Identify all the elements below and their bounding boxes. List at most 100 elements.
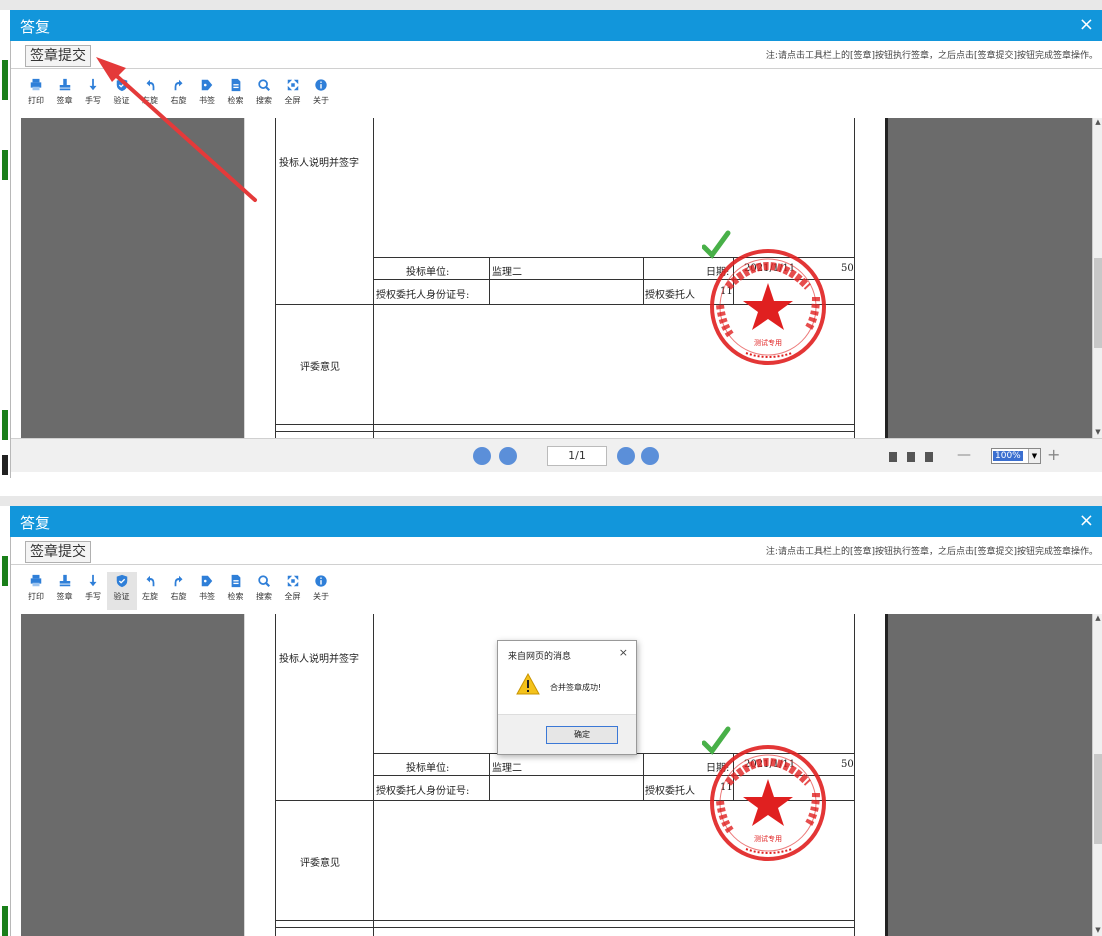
- signature-submit-button[interactable]: 签章提交: [25, 45, 91, 67]
- toolbar-button-verify[interactable]: 验证: [107, 76, 137, 114]
- toolbar-button-stamp[interactable]: 签章: [50, 76, 80, 114]
- search-doc-icon: [231, 78, 240, 92]
- scroll-up-icon[interactable]: ▲: [1093, 118, 1102, 128]
- toolbar-button-handwrite[interactable]: 手写: [78, 76, 108, 114]
- viewer-right-gutter: [888, 118, 1093, 438]
- warning-icon: [516, 673, 540, 695]
- handwrite-icon: [89, 574, 97, 587]
- toolbar-button-rotate-left[interactable]: 左旋: [135, 572, 165, 610]
- vertical-scrollbar[interactable]: ▲ ▼: [1092, 118, 1102, 438]
- close-icon[interactable]: ×: [1079, 14, 1094, 35]
- window-title: 答复: [20, 514, 51, 532]
- toolbar-button-search-doc[interactable]: 检索: [221, 76, 251, 114]
- viewer-right-gutter: [888, 614, 1093, 936]
- pager-bar: 1/1 — 100% ▼ +: [11, 438, 1102, 472]
- toolbar-label: 搜索: [256, 592, 272, 601]
- company-seal: 测试专用: [702, 726, 826, 861]
- toolbar-button-search[interactable]: 搜索: [249, 76, 279, 114]
- search-icon: [258, 79, 271, 92]
- toolbar-button-print[interactable]: 打印: [21, 572, 51, 610]
- bookmark-icon: [201, 575, 213, 587]
- toolbar-label: 关于: [313, 592, 329, 601]
- toolbar-button-info[interactable]: 关于: [306, 572, 336, 610]
- toolbar-label: 打印: [28, 96, 44, 105]
- toolbar-button-search-doc[interactable]: 检索: [221, 572, 251, 610]
- command-bar: 签章提交 注:请点击工具栏上的[签章]按钮执行签章，之后点击[签章提交]按钮完成…: [11, 537, 1102, 565]
- rotate-right-icon: [174, 575, 182, 587]
- toolbar-button-info[interactable]: 关于: [306, 76, 336, 114]
- rotate-left-icon: [146, 79, 155, 91]
- zoom-in-icon[interactable]: +: [1047, 445, 1060, 464]
- scroll-down-icon[interactable]: ▼: [1093, 428, 1102, 438]
- toolbar-button-print[interactable]: 打印: [21, 76, 51, 114]
- toolbar-button-stamp[interactable]: 签章: [50, 572, 80, 610]
- panel-before-submit: 答复 × 签章提交 注:请点击工具栏上的[签章]按钮执行签章，之后点击[签章提交…: [0, 0, 1102, 478]
- viewer-toolbar: 打印 签章 手写 验证 左旋 右旋 书签 检索 搜索 全屏 关于: [11, 70, 1102, 118]
- page-indicator[interactable]: 1/1: [547, 446, 607, 466]
- viewer-left-gutter: [21, 118, 244, 438]
- signature-submit-button[interactable]: 签章提交: [25, 541, 91, 563]
- ok-button[interactable]: 确定: [546, 726, 618, 744]
- dialog-close-icon[interactable]: ×: [619, 646, 628, 659]
- left-edge: [0, 10, 10, 478]
- toolbar-label: 右旋: [170, 96, 187, 105]
- page-edge: [874, 614, 888, 936]
- close-icon[interactable]: ×: [1079, 510, 1094, 531]
- toolbar-label: 手写: [85, 96, 101, 105]
- verify-icon: [116, 574, 127, 588]
- toolbar-button-rotate-left[interactable]: 左旋: [135, 76, 165, 114]
- document-page: 投标人说明并签字 投标单位: 监理二 日期: 2021/1/11 50 授权委托…: [244, 118, 874, 448]
- print-icon: [30, 574, 42, 587]
- print-icon: [30, 78, 42, 91]
- review-label: 评委意见: [300, 858, 340, 869]
- next-page-icon[interactable]: [617, 447, 635, 465]
- toolbar-button-search[interactable]: 搜索: [249, 572, 279, 610]
- toolbar-button-fullscreen[interactable]: 全屏: [278, 572, 308, 610]
- viewer-left-gutter: [21, 614, 244, 936]
- toolbar-label: 验证: [113, 96, 130, 105]
- toolbar-label: 左旋: [142, 592, 158, 601]
- vertical-scrollbar[interactable]: ▲ ▼: [1092, 614, 1102, 936]
- document-area: 投标人说明并签字 投标单位: 监理二 日期: 2021/1/11 50 授权委托…: [11, 118, 1102, 448]
- company-seal: 测试专用: [702, 230, 826, 365]
- unit-value: 监理二: [492, 763, 522, 774]
- toolbar-label: 手写: [85, 592, 101, 601]
- delegate-label: 授权委托人: [645, 290, 695, 301]
- scroll-up-icon[interactable]: ▲: [1093, 614, 1102, 624]
- toolbar-label: 关于: [313, 96, 329, 105]
- toolbar-label: 打印: [28, 592, 44, 601]
- toolbar-label: 搜索: [256, 96, 272, 105]
- toolbar-button-handwrite[interactable]: 手写: [78, 572, 108, 610]
- dialog-message: 合并签章成功!: [550, 683, 602, 692]
- instruction-hint: 注:请点击工具栏上的[签章]按钮执行签章，之后点击[签章提交]按钮完成签章操作。: [765, 51, 1098, 61]
- last-page-icon[interactable]: [641, 447, 659, 465]
- toolbar-button-rotate-right[interactable]: 右旋: [164, 572, 194, 610]
- toolbar-label: 验证: [113, 592, 130, 601]
- fullscreen-icon: [287, 575, 298, 587]
- scroll-down-icon[interactable]: ▼: [1093, 926, 1102, 936]
- page-view-icons[interactable]: [887, 450, 947, 464]
- toolbar-button-rotate-right[interactable]: 右旋: [164, 76, 194, 114]
- background-strip: [0, 496, 1102, 506]
- toolbar-button-bookmark[interactable]: 书签: [192, 572, 222, 610]
- toolbar-button-fullscreen[interactable]: 全屏: [278, 76, 308, 114]
- stamp-icon: [59, 574, 70, 587]
- prev-page-icon[interactable]: [499, 447, 517, 465]
- first-page-icon[interactable]: [473, 447, 491, 465]
- toolbar-button-bookmark[interactable]: 书签: [192, 76, 222, 114]
- background-strip: [0, 0, 1102, 10]
- title-bar: 答复 ×: [10, 506, 1102, 537]
- search-icon: [258, 575, 271, 588]
- window-title: 答复: [20, 18, 51, 36]
- scroll-thumb[interactable]: [1094, 754, 1102, 844]
- toolbar-button-verify[interactable]: 验证: [106, 572, 137, 610]
- rotate-right-icon: [174, 79, 182, 91]
- scroll-thumb[interactable]: [1094, 258, 1102, 348]
- handwrite-icon: [89, 78, 97, 91]
- zoom-select[interactable]: 100% ▼: [991, 448, 1041, 464]
- toolbar-label: 书签: [199, 592, 215, 601]
- instruction-hint: 注:请点击工具栏上的[签章]按钮执行签章，之后点击[签章提交]按钮完成签章操作。: [765, 547, 1098, 557]
- chevron-down-icon: ▼: [1028, 449, 1040, 463]
- zoom-out-icon[interactable]: —: [957, 447, 971, 463]
- info-icon: [315, 79, 327, 91]
